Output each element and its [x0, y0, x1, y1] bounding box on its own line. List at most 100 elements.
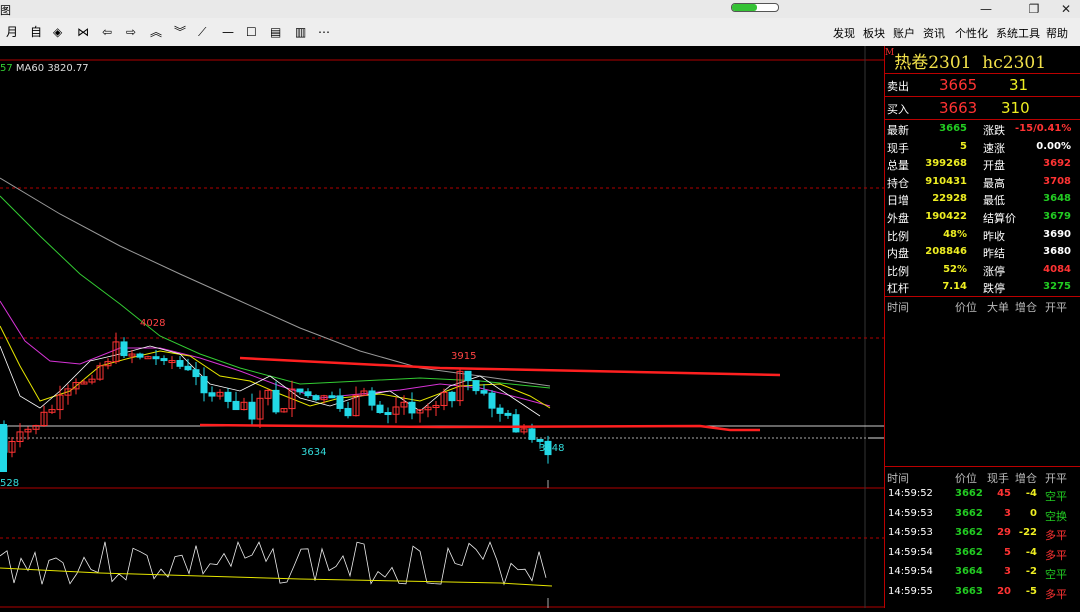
stat-value: 208846 [925, 246, 967, 258]
tick-time: 14:59:52 [888, 488, 933, 499]
tick-volume: 29 [997, 527, 1011, 538]
ticks-col-header: 时间 [887, 472, 909, 485]
loading-progress [731, 3, 779, 12]
eye-icon[interactable]: ◈ [53, 24, 62, 40]
stat-label: 最低 [983, 194, 1005, 208]
stat-label: 开盘 [983, 159, 1005, 173]
tick-type: 空平 [1045, 568, 1067, 581]
candle-body [184, 365, 192, 371]
candle-body [472, 380, 480, 392]
sell-price[interactable]: 3665 [939, 76, 977, 94]
contract-header: M热卷2301 hc2301 [885, 48, 1046, 73]
candle-body [160, 358, 168, 362]
tick-time: 14:59:53 [888, 507, 933, 519]
zoom-in-icon[interactable]: ︽ [150, 24, 162, 40]
stat-label: 持仓 [887, 176, 909, 190]
candle-body [536, 438, 544, 442]
candle-body [448, 391, 456, 402]
candle-body [296, 388, 304, 393]
menu-discover[interactable]: 发现 [833, 25, 855, 41]
candle-body [480, 390, 488, 394]
tick-type: 空换 [1045, 509, 1067, 523]
stat-value: 22928 [932, 193, 967, 205]
candle-body [504, 412, 512, 416]
tick-time: 14:59:55 [888, 585, 933, 597]
ma-legend: 57 MA60 3820.77 [0, 63, 89, 74]
tick-change: -4 [1025, 546, 1037, 558]
close-icon[interactable]: ✕ [1056, 1, 1076, 17]
menu-system-tools[interactable]: 系统工具 [996, 25, 1040, 41]
buy-price[interactable]: 3663 [939, 99, 977, 117]
hline-icon[interactable]: — [222, 24, 234, 40]
stat-label: 内盘 [887, 247, 909, 261]
stat-value: 4084 [1043, 263, 1071, 275]
stat-label: 总量 [887, 159, 909, 173]
window-title: 图 [0, 4, 11, 17]
stat-label: 结算价 [983, 212, 1016, 225]
bar-chart-icon[interactable]: ▥ [295, 24, 306, 40]
tick-price: 3662 [955, 527, 983, 538]
ticks-col-header: 现手 [987, 472, 1009, 485]
rect-icon[interactable]: ☐ [246, 24, 257, 40]
orderbook-col-header: 开平 [1045, 301, 1067, 314]
stat-label: 昨结 [983, 247, 1005, 261]
trend-lines [199, 356, 884, 608]
tick-time: 14:59:54 [888, 566, 933, 577]
candle-body [496, 407, 504, 414]
axis-label: 528 [0, 478, 19, 489]
menu-news[interactable]: 资讯 [923, 25, 945, 41]
next-icon[interactable]: ⇨ [126, 24, 136, 40]
stat-value: 3665 [939, 123, 967, 134]
candle-body [304, 391, 312, 397]
text-icon[interactable]: ▤ [270, 24, 281, 40]
candle-body [376, 404, 384, 414]
stat-value: 7.14 [942, 281, 967, 293]
candle-body [384, 412, 392, 416]
ticks-col-header: 开平 [1045, 472, 1067, 485]
candle-body [192, 369, 200, 378]
menu-help[interactable]: 帮助 [1046, 25, 1068, 41]
stat-label: 杠杆 [887, 282, 909, 296]
candle-body [224, 391, 232, 402]
stat-value: 48% [943, 228, 967, 240]
stat-value: 3708 [1043, 175, 1071, 187]
candle-body [344, 407, 352, 417]
bowtie-icon[interactable]: ⋈ [77, 24, 89, 40]
draw-line-icon[interactable]: ⟋ [198, 24, 206, 40]
restore-icon[interactable]: ❐ [1024, 1, 1044, 17]
candle-body [120, 341, 128, 357]
tick-price: 3662 [955, 488, 983, 499]
tick-type: 空平 [1045, 490, 1067, 503]
market-marker: M [885, 48, 895, 58]
low-label-1: 3634 [301, 447, 326, 458]
menu-sector[interactable]: 板块 [863, 25, 885, 41]
period-button[interactable]: 月 [6, 24, 18, 40]
prev-icon[interactable]: ⇦ [102, 24, 112, 40]
buy-volume: 310 [1001, 99, 1030, 117]
progress-fill [732, 4, 758, 11]
price-labels: 4028 3915 3634 3648 528 [0, 318, 564, 489]
orderbook-col-header: 大单 [987, 301, 1009, 314]
stat-label: 最高 [983, 176, 1005, 190]
high-label-2: 3915 [451, 351, 476, 362]
more-icon[interactable]: ⋯ [318, 24, 330, 40]
candle-body [0, 424, 7, 472]
sell-volume: 31 [1009, 76, 1029, 94]
stat-value: 3648 [1043, 193, 1071, 205]
candle-body [464, 370, 472, 382]
menu-account[interactable]: 账户 [893, 25, 915, 41]
menu-personalize[interactable]: 个性化 [955, 25, 988, 41]
minimize-icon[interactable]: — [976, 1, 996, 17]
orderbook-col-header: 价位 [955, 301, 977, 314]
stat-label: 涨跌 [983, 124, 1005, 137]
zoom-out-icon[interactable]: ︾ [174, 24, 186, 40]
kline-chart[interactable]: 4028 3915 3634 3648 528 [0, 46, 884, 608]
candle-body [232, 400, 240, 411]
kline-chart-area[interactable]: 4028 3915 3634 3648 528 [0, 46, 884, 608]
candle-body [328, 395, 336, 399]
candle-body [512, 414, 520, 433]
tick-volume: 3 [1004, 566, 1011, 577]
auto-button[interactable]: 自 [30, 24, 42, 40]
ticks-col-header: 价位 [955, 472, 977, 485]
candle-body [336, 395, 344, 409]
